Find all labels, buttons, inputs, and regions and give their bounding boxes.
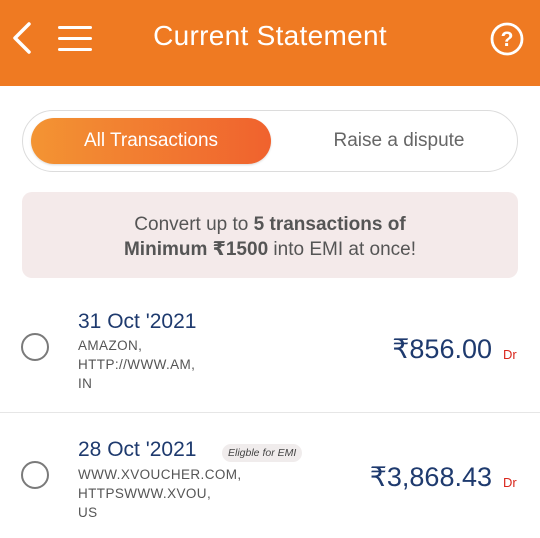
transaction-description-line: AMAZON, [78,338,143,353]
transaction-description-line: US [78,505,98,520]
transaction-tabs: All Transactions Raise a dispute [22,110,518,172]
transaction-row[interactable]: 28 Oct '2021 Eligble for EMI WWW.XVOUCHE… [0,414,540,538]
transaction-description: WWW.XVOUCHER.COM, HTTPSWWW.XVOU, US [78,465,242,522]
transaction-description: AMAZON, HTTP://WWW.AM, IN [78,336,195,393]
debit-label: Dr [503,347,517,362]
transaction-amount: ₹856.00 [392,334,492,364]
transaction-description-line: IN [78,376,93,391]
emi-promo-banner: Convert up to 5 transactions of Minimum … [22,192,518,278]
transaction-date: 28 Oct '2021 [78,438,197,461]
banner-text-bold-count: 5 transactions of [253,214,406,235]
transaction-select-radio[interactable] [21,333,49,361]
emi-eligible-badge: Eligble for EMI [222,444,303,462]
banner-text-post: into EMI at once! [268,239,416,260]
transaction-description-line: HTTPSWWW.XVOU, [78,486,212,501]
page-title: Current Statement [153,20,387,51]
transaction-description-line: WWW.XVOUCHER.COM, [78,467,242,482]
transaction-description-line: HTTP://WWW.AM, [78,357,196,372]
transaction-row[interactable]: 31 Oct '2021 AMAZON, HTTP://WWW.AM, IN ₹… [0,290,540,413]
svg-text:?: ? [501,28,514,51]
transaction-amount: ₹3,868.43 [369,462,492,492]
tab-raise-dispute[interactable]: Raise a dispute [289,118,509,164]
app-header: Current Statement ? [0,0,540,86]
tab-all-transactions[interactable]: All Transactions [31,118,271,164]
debit-label: Dr [503,475,517,490]
transaction-date: 31 Oct '2021 [78,310,197,333]
help-icon[interactable]: ? [490,22,524,56]
banner-text-bold-minimum: Minimum ₹1500 [123,239,269,260]
transaction-select-radio[interactable] [21,461,49,489]
banner-text-pre: Convert up to [134,214,254,235]
